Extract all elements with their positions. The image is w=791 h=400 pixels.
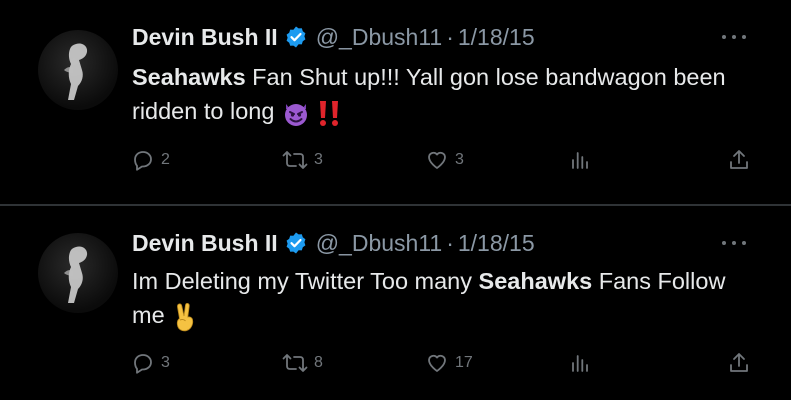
avatar[interactable]	[38, 30, 118, 110]
display-name[interactable]: Devin Bush II	[132, 230, 278, 257]
bold-text[interactable]: Seahawks	[479, 268, 593, 294]
avatar[interactable]	[38, 233, 118, 313]
bar-chart-icon	[572, 152, 588, 169]
like-button[interactable]: 3	[425, 148, 464, 172]
tweet[interactable]: Devin Bush II @_Dbush11 · 1/18/15 Im Del…	[0, 206, 791, 400]
reply-icon	[134, 354, 152, 374]
share-button[interactable]	[727, 351, 751, 375]
reply-count: 2	[161, 151, 170, 168]
like-count: 17	[455, 354, 473, 371]
share-icon	[730, 150, 748, 169]
bold-text[interactable]: Seahawks	[132, 64, 246, 90]
share-button[interactable]	[727, 148, 751, 172]
views-button[interactable]	[568, 148, 592, 172]
verified-badge-icon	[286, 26, 306, 48]
more-options-icon[interactable]	[722, 27, 746, 47]
tweet-actions: 3 8 17	[131, 351, 751, 381]
smiling-imp-emoji-icon	[284, 103, 307, 126]
verified-badge-icon	[286, 232, 306, 254]
views-button[interactable]	[568, 351, 592, 375]
separator-dot: ·	[446, 23, 454, 50]
retweet-icon	[282, 354, 308, 372]
bar-chart-icon	[572, 355, 588, 372]
username-handle[interactable]: @_Dbush11	[316, 230, 443, 257]
retweet-count: 3	[314, 151, 323, 168]
tweet-text: Im Deleting my Twitter Too many Seahawks…	[132, 264, 752, 333]
tweet-date[interactable]: 1/18/15	[458, 230, 535, 257]
like-count: 3	[455, 151, 464, 168]
more-options-icon[interactable]	[722, 233, 746, 253]
display-name[interactable]: Devin Bush II	[132, 24, 278, 51]
retweet-button[interactable]: 8	[282, 351, 323, 375]
tweet[interactable]: Devin Bush II @_Dbush11 · 1/18/15 Seahaw…	[0, 0, 791, 204]
text-segment: Im Deleting my Twitter Too many	[132, 268, 479, 294]
heart-icon	[428, 151, 446, 169]
retweet-button[interactable]: 3	[282, 148, 323, 172]
share-icon	[730, 353, 748, 372]
retweet-icon	[282, 151, 308, 169]
tweet-text: Seahawks Fan Shut up!!! Yall gon lose ba…	[132, 60, 752, 128]
avatar-silhouette-icon	[64, 246, 88, 303]
reply-button[interactable]: 2	[131, 148, 170, 172]
tweet-header: Devin Bush II @_Dbush11 · 1/18/15	[132, 228, 535, 258]
reply-button[interactable]: 3	[131, 351, 170, 375]
tweet-date[interactable]: 1/18/15	[458, 24, 535, 51]
retweet-count: 8	[314, 354, 323, 371]
reply-icon	[134, 151, 152, 171]
like-button[interactable]: 17	[425, 351, 473, 375]
double-exclamation-emoji-icon	[319, 100, 338, 126]
reply-count: 3	[161, 354, 170, 371]
separator-dot: ·	[446, 229, 454, 256]
tweet-actions: 2 3 3	[131, 148, 751, 178]
heart-icon	[428, 354, 446, 372]
username-handle[interactable]: @_Dbush11	[316, 24, 443, 51]
victory-hand-emoji-icon	[177, 302, 194, 332]
avatar-silhouette-icon	[64, 43, 88, 100]
tweet-header: Devin Bush II @_Dbush11 · 1/18/15	[132, 22, 535, 52]
